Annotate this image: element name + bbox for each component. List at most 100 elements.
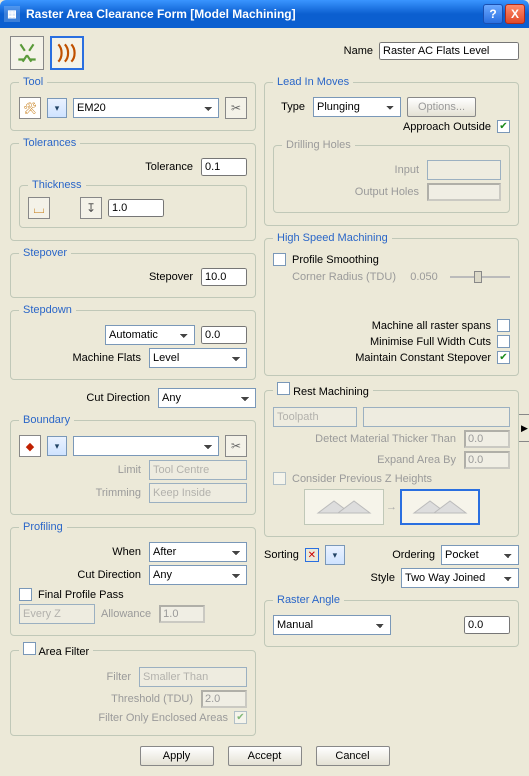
approach-outside-label: Approach Outside xyxy=(403,121,491,133)
trimming-select: Keep Inside xyxy=(149,483,247,503)
tool-icon[interactable]: 🛠 xyxy=(19,97,41,119)
limit-select: Tool Centre xyxy=(149,460,247,480)
leadin-legend: Lead In Moves xyxy=(273,76,353,88)
detect-material-label: Detect Material Thicker Than xyxy=(273,433,458,445)
sorting-label: Sorting xyxy=(264,549,299,561)
accept-button[interactable]: Accept xyxy=(228,746,302,766)
tool-legend: Tool xyxy=(19,76,47,88)
apply-button[interactable]: Apply xyxy=(140,746,214,766)
thickness-input[interactable] xyxy=(108,199,164,217)
boundary-dropdown-button[interactable] xyxy=(47,436,67,456)
name-label: Name xyxy=(344,45,373,57)
name-input[interactable] xyxy=(379,42,519,60)
consider-prev-z-checkbox xyxy=(273,472,286,485)
drill-input-label: Input xyxy=(282,164,421,176)
raster-angle-group: Raster Angle Manual xyxy=(264,594,519,647)
sorting-icon[interactable]: ✕ xyxy=(305,548,319,562)
machine-all-spans-checkbox[interactable] xyxy=(497,319,510,332)
maintain-constant-checkbox[interactable] xyxy=(497,351,510,364)
final-profile-pass-checkbox[interactable] xyxy=(19,588,32,601)
style-select[interactable]: Two Way Joined xyxy=(401,568,519,588)
threshold-input xyxy=(201,690,247,708)
thickness-legend: Thickness xyxy=(28,179,86,191)
consider-prev-z-label: Consider Previous Z Heights xyxy=(292,473,432,485)
close-button[interactable]: X xyxy=(505,4,525,24)
sorting-dropdown-button[interactable] xyxy=(325,545,345,565)
stepover-input[interactable] xyxy=(201,268,247,286)
area-filter-group: Area Filter Filter Smaller Than Threshol… xyxy=(10,642,256,736)
boundary-select[interactable] xyxy=(73,436,219,456)
boundary-scissors-icon[interactable] xyxy=(225,435,247,457)
trimming-label: Trimming xyxy=(19,487,143,499)
thickness-icon[interactable] xyxy=(28,197,50,219)
raster-mode-select[interactable]: Manual xyxy=(273,615,391,635)
expand-area-label: Expand Area By xyxy=(273,454,458,466)
tool-dropdown-button[interactable] xyxy=(47,98,67,118)
stepdown-group: Stepdown Automatic Machine Flats Level xyxy=(10,304,256,380)
threshold-label: Threshold (TDU) xyxy=(19,693,195,705)
side-expand-handle[interactable] xyxy=(519,414,529,442)
arrow-icon: → xyxy=(384,501,400,513)
thickness-group: Thickness xyxy=(19,179,247,228)
corner-radius-slider xyxy=(450,269,510,285)
minimise-full-width-label: Minimise Full Width Cuts xyxy=(370,336,491,348)
stepdown-mode-select[interactable]: Automatic xyxy=(105,325,195,345)
rest-toolpath-select xyxy=(363,407,510,427)
ordering-select[interactable]: Pocket xyxy=(441,545,519,565)
tool-scissors-icon[interactable] xyxy=(225,97,247,119)
stepdown-legend: Stepdown xyxy=(19,304,76,316)
minimise-full-width-checkbox[interactable] xyxy=(497,335,510,348)
allowance-input xyxy=(159,605,205,623)
recycle-icon[interactable] xyxy=(10,36,44,70)
boundary-legend: Boundary xyxy=(19,414,74,426)
enclosed-label: Filter Only Enclosed Areas xyxy=(98,712,228,724)
hsm-group: High Speed Machining Profile Smoothing C… xyxy=(264,232,519,376)
final-profile-pass-label: Final Profile Pass xyxy=(38,589,124,601)
tolerance-input[interactable] xyxy=(201,158,247,176)
filter-label: Filter xyxy=(19,671,133,683)
profile-smoothing-checkbox[interactable] xyxy=(273,253,286,266)
leadin-options-button: Options... xyxy=(407,97,476,117)
drill-output-input xyxy=(427,183,501,201)
area-filter-checkbox[interactable] xyxy=(23,642,36,655)
tool-select[interactable]: EM20 xyxy=(73,98,219,118)
leadin-type-select[interactable]: Plunging xyxy=(313,97,401,117)
limit-label: Limit xyxy=(19,464,143,476)
window-title: Raster Area Clearance Form [Model Machin… xyxy=(26,7,481,21)
area-filter-legend: Area Filter xyxy=(38,646,89,658)
form-body: Name Tool 🛠 EM20 Tolerances xyxy=(0,28,529,776)
tolerances-legend: Tolerances xyxy=(19,137,80,149)
profile-smoothing-label: Profile Smoothing xyxy=(292,254,379,266)
tolerance-label: Tolerance xyxy=(19,161,195,173)
approach-outside-checkbox[interactable] xyxy=(497,120,510,133)
profiling-every-select: Every Z xyxy=(19,604,95,624)
leadin-group: Lead In Moves Type Plunging Options... A… xyxy=(264,76,519,226)
stepover-group: Stepover Stepover xyxy=(10,247,256,298)
raster-angle-input[interactable] xyxy=(464,616,510,634)
profiling-group: Profiling When After Cut Direction Any F… xyxy=(10,521,256,636)
leadin-type-label: Type xyxy=(273,101,307,113)
boundary-icon[interactable]: ◆ xyxy=(19,435,41,457)
machine-flats-select[interactable]: Level xyxy=(149,348,247,368)
stepover-legend: Stepover xyxy=(19,247,71,259)
profiling-cutdir-select[interactable]: Any xyxy=(149,565,247,585)
rest-machining-group: Rest Machining Toolpath Detect Material … xyxy=(264,382,519,537)
profiling-when-select[interactable]: After xyxy=(149,542,247,562)
detect-material-input xyxy=(464,430,510,448)
help-button[interactable]: ? xyxy=(483,4,503,24)
cancel-button[interactable]: Cancel xyxy=(316,746,390,766)
expand-area-input xyxy=(464,451,510,469)
profiling-when-label: When xyxy=(19,546,143,558)
hsm-legend: High Speed Machining xyxy=(273,232,392,244)
z-diagram-a xyxy=(304,489,384,525)
cut-direction-select[interactable]: Any xyxy=(158,388,256,408)
machine-flats-label: Machine Flats xyxy=(19,352,143,364)
thickness-down-icon[interactable] xyxy=(80,197,102,219)
title-bar: ▦ Raster Area Clearance Form [Model Mach… xyxy=(0,0,529,28)
rest-toolpath-type-select: Toolpath xyxy=(273,407,357,427)
filter-select: Smaller Than xyxy=(139,667,247,687)
corner-radius-label: Corner Radius (TDU) xyxy=(273,271,398,283)
stepdown-value-input[interactable] xyxy=(201,326,247,344)
rest-machining-checkbox[interactable] xyxy=(277,382,290,395)
strategy-icon[interactable] xyxy=(50,36,84,70)
